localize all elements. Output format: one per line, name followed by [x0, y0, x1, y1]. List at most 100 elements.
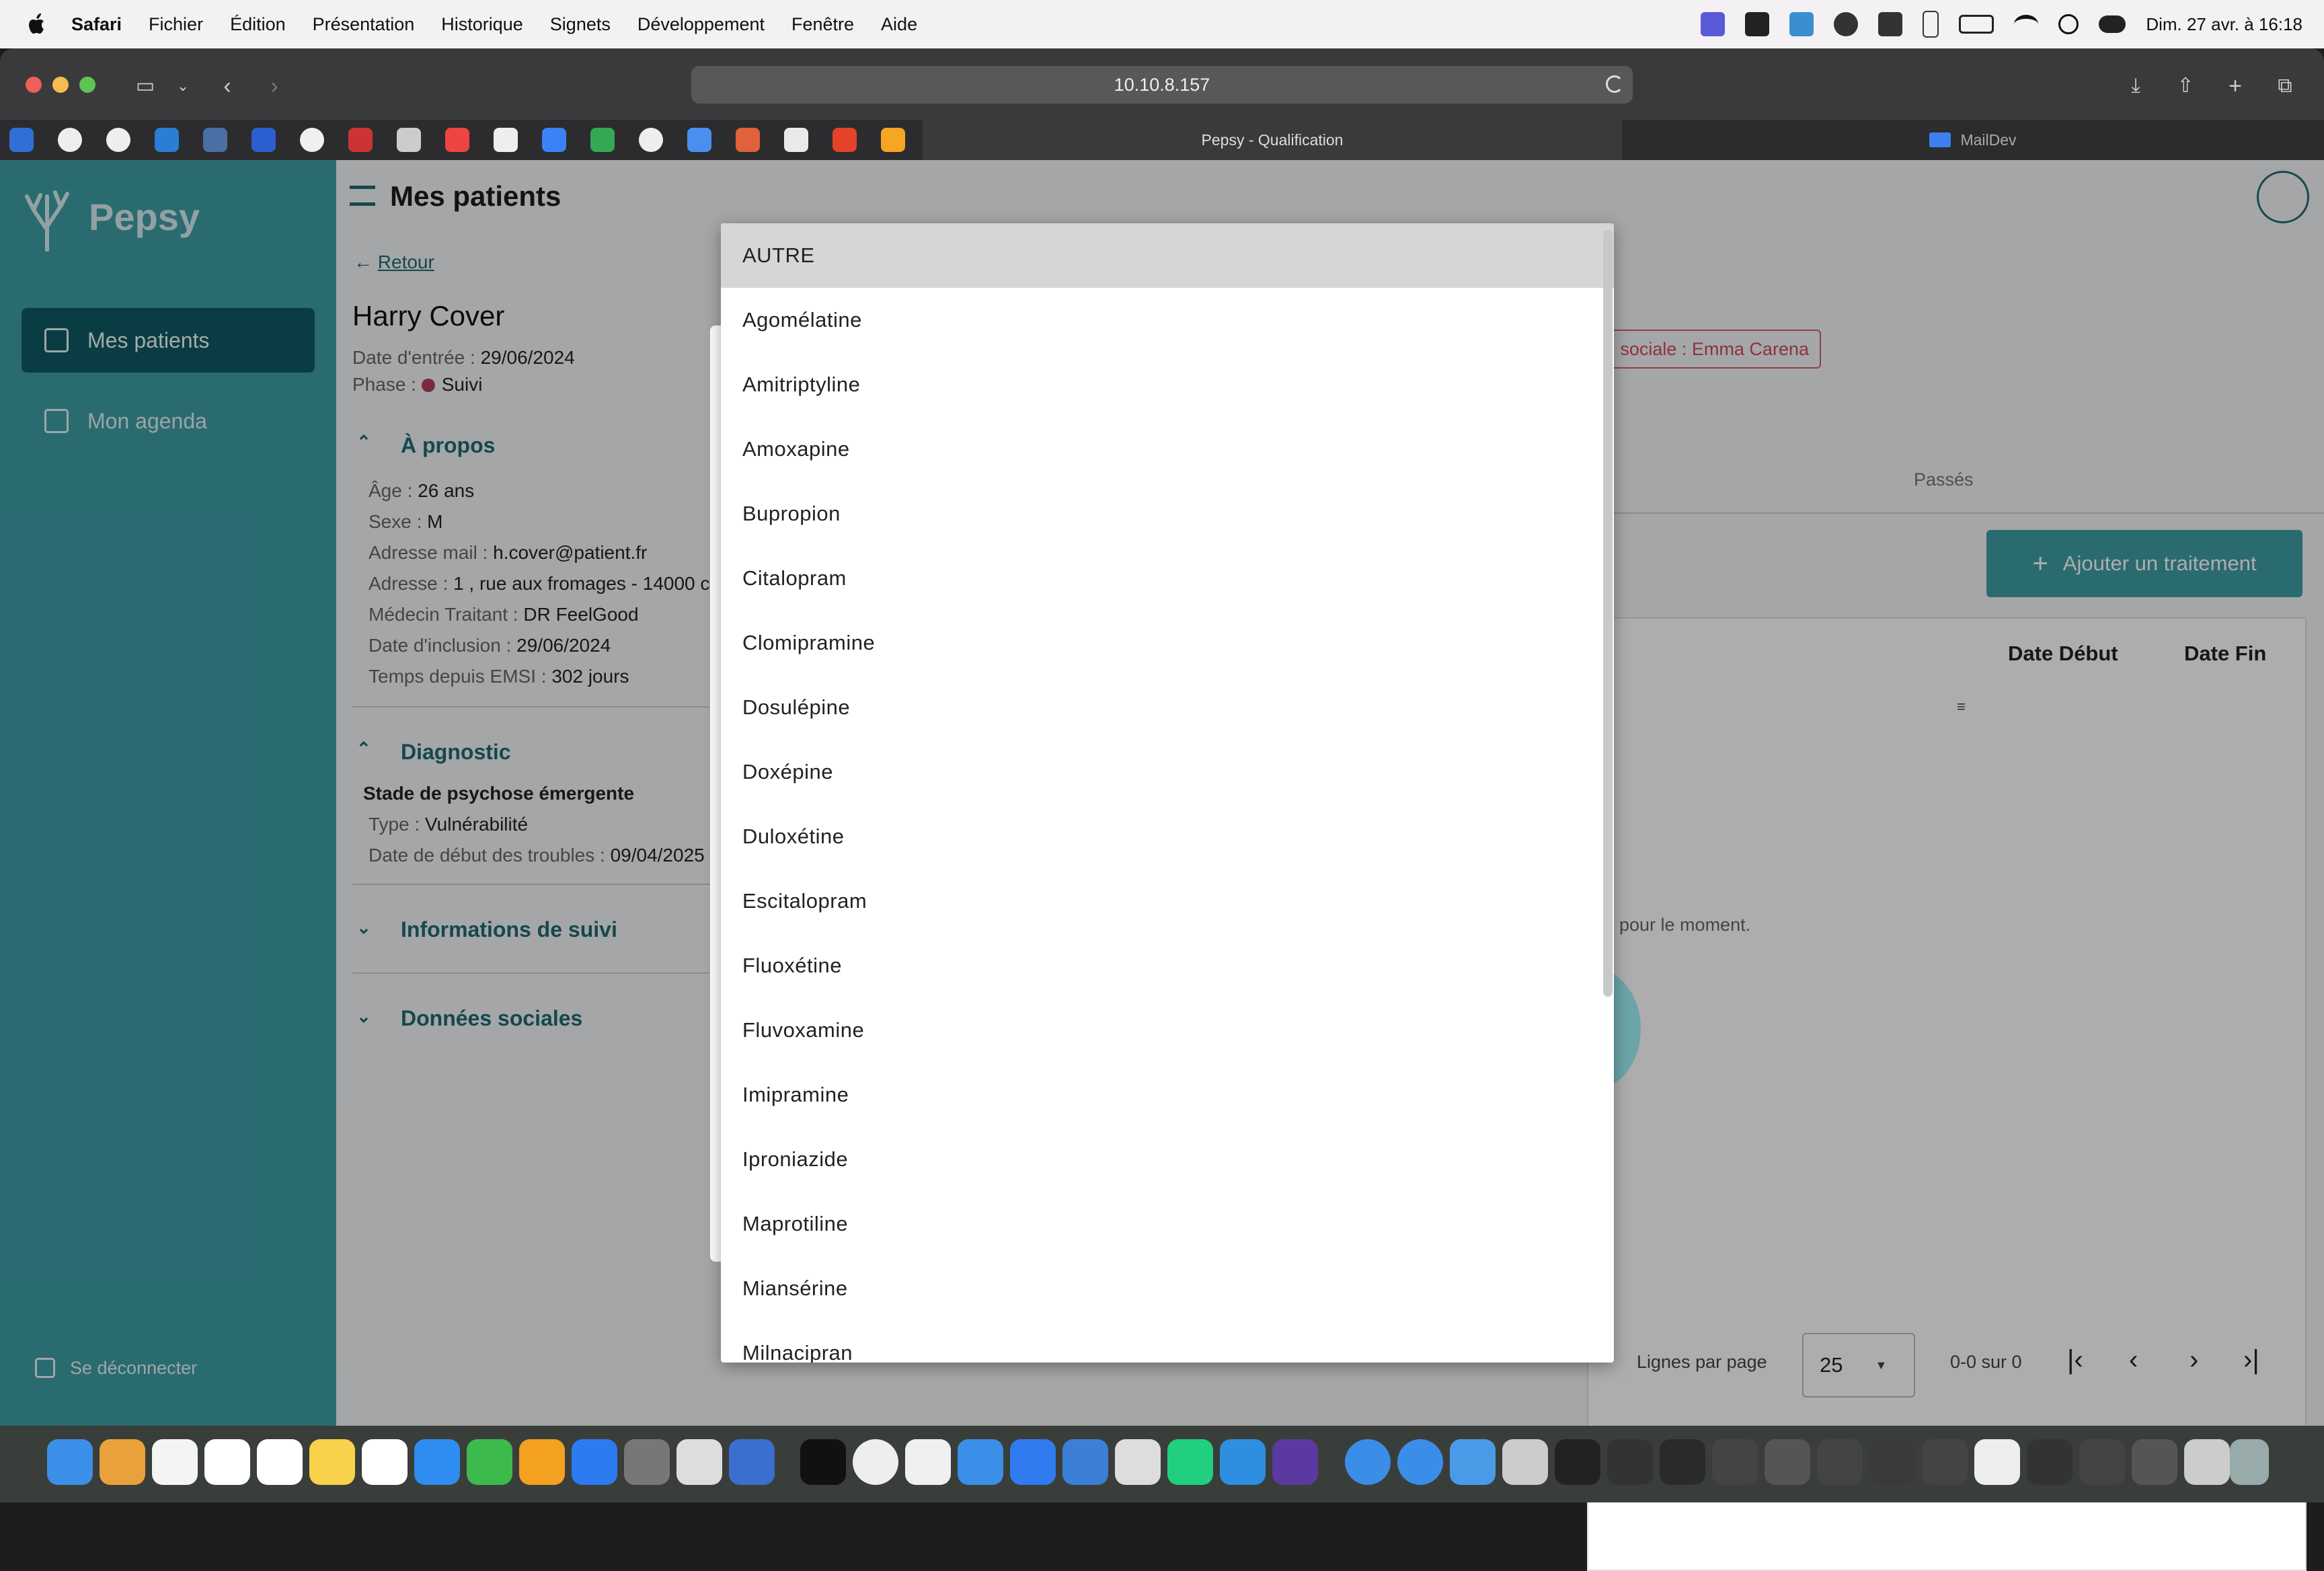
screen-share-icon[interactable]: [1701, 12, 1726, 36]
app-store-icon[interactable]: [572, 1439, 617, 1485]
favorite-docker-icon[interactable]: [155, 128, 179, 152]
keynote-icon[interactable]: [414, 1439, 460, 1485]
favorite-gmail-icon[interactable]: [784, 128, 808, 152]
search-icon[interactable]: [2058, 14, 2079, 34]
window-thumbnail-icon[interactable]: [2027, 1439, 2073, 1485]
tab-pepsy[interactable]: Pepsy - Qualification: [923, 120, 1622, 160]
favorite-n-icon[interactable]: [445, 128, 469, 152]
markdown-icon[interactable]: [1062, 1439, 1108, 1485]
wifi-icon[interactable]: [2014, 15, 2039, 34]
freeform-icon[interactable]: [362, 1439, 408, 1485]
calendar-app-icon[interactable]: [204, 1439, 250, 1485]
folder-icon[interactable]: [1450, 1439, 1496, 1485]
tab-maildev[interactable]: MailDev: [1623, 120, 2323, 160]
menu-app-name[interactable]: Safari: [71, 14, 122, 35]
favorite-google-chat-icon[interactable]: [590, 128, 615, 152]
favorite-m-icon[interactable]: [881, 128, 905, 152]
menu-fenetre[interactable]: Fenêtre: [791, 14, 854, 35]
launchpad-icon[interactable]: [100, 1439, 145, 1485]
pages-icon[interactable]: [519, 1439, 565, 1485]
option-escitalopram[interactable]: Escitalopram: [721, 869, 1614, 933]
option-agomelatine[interactable]: Agomélatine: [721, 288, 1614, 352]
menu-aide[interactable]: Aide: [881, 14, 917, 35]
photos-icon[interactable]: [152, 1439, 198, 1485]
vscode-icon[interactable]: [1220, 1439, 1266, 1485]
favorite-red-icon[interactable]: [348, 128, 373, 152]
menu-presentation[interactable]: Présentation: [313, 14, 415, 35]
minimize-window-button[interactable]: [52, 77, 69, 93]
option-doxepine[interactable]: Doxépine: [721, 740, 1614, 804]
option-clomipramine[interactable]: Clomipramine: [721, 611, 1614, 675]
window-thumbnail-icon[interactable]: [1922, 1439, 1968, 1485]
chatgpt-icon[interactable]: [1834, 12, 1859, 36]
window-thumbnail-icon[interactable]: [2184, 1439, 2230, 1485]
terminal-icon[interactable]: [800, 1439, 846, 1485]
tab-overview-icon[interactable]: ⧉: [2272, 73, 2298, 100]
apple-menu-icon[interactable]: [27, 13, 47, 36]
drive-icon[interactable]: [1878, 12, 1903, 36]
option-fluoxetine[interactable]: Fluoxétine: [721, 933, 1614, 998]
menu-signets[interactable]: Signets: [550, 14, 611, 35]
favorite-openai-icon[interactable]: [639, 128, 663, 152]
address-bar[interactable]: 10.10.8.157: [691, 66, 1633, 104]
option-duloxetine[interactable]: Duloxétine: [721, 804, 1614, 869]
maps-pin-icon[interactable]: [1010, 1439, 1056, 1485]
download-icon[interactable]: ⤓: [2122, 73, 2149, 100]
medication-dropdown-list[interactable]: AUTRE Agomélatine Amitriptyline Amoxapin…: [721, 223, 1614, 1363]
battery-icon[interactable]: [1959, 15, 1994, 34]
window-thumbnail-icon[interactable]: [1607, 1439, 1653, 1485]
forward-icon[interactable]: ›: [261, 73, 288, 100]
menu-edition[interactable]: Édition: [230, 14, 286, 35]
window-thumbnail-icon[interactable]: [1765, 1439, 1810, 1485]
favorite-claude-icon[interactable]: [736, 128, 760, 152]
option-dosulepine[interactable]: Dosulépine: [721, 675, 1614, 740]
postgres-icon[interactable]: [1115, 1439, 1161, 1485]
window-thumbnail-icon[interactable]: [1555, 1439, 1600, 1485]
control-center-icon[interactable]: [2099, 15, 2126, 33]
system-settings-icon[interactable]: [624, 1439, 670, 1485]
favorite-bitwarden-icon[interactable]: [251, 128, 276, 152]
option-iproniazide[interactable]: Iproniazide: [721, 1127, 1614, 1192]
favorite-calendar-icon[interactable]: [397, 128, 421, 152]
window-thumbnail-icon[interactable]: [1660, 1439, 1705, 1485]
option-milnacipran[interactable]: Milnacipran: [721, 1321, 1614, 1363]
option-amoxapine[interactable]: Amoxapine: [721, 417, 1614, 482]
window-thumbnail-icon[interactable]: [1974, 1439, 2020, 1485]
notes-icon[interactable]: [309, 1439, 355, 1485]
option-amitriptyline[interactable]: Amitriptyline: [721, 352, 1614, 417]
favorite-jira-icon[interactable]: [9, 128, 34, 152]
favorite-gemini-icon[interactable]: [687, 128, 711, 152]
menu-developpement[interactable]: Développement: [637, 14, 765, 35]
maximize-window-button[interactable]: [79, 77, 95, 93]
favorite-apple-icon[interactable]: [494, 128, 518, 152]
option-bupropion[interactable]: Bupropion: [721, 482, 1614, 546]
chrome-icon[interactable]: [853, 1439, 898, 1485]
window-thumbnail-icon[interactable]: [1869, 1439, 1915, 1485]
dropdown-scrollbar[interactable]: [1603, 230, 1613, 997]
favorite-github-icon[interactable]: [106, 128, 130, 152]
pycharm-icon[interactable]: [1167, 1439, 1213, 1485]
grammarly-icon[interactable]: [1745, 12, 1770, 36]
lock-app-icon[interactable]: [676, 1439, 722, 1485]
window-thumbnail-icon[interactable]: [1502, 1439, 1548, 1485]
option-imipramine[interactable]: Imipramine: [721, 1063, 1614, 1127]
safari-icon[interactable]: [958, 1439, 1003, 1485]
reload-icon[interactable]: [1606, 75, 1623, 93]
back-icon[interactable]: ‹: [214, 73, 241, 100]
font-app-icon[interactable]: [905, 1439, 951, 1485]
globe-icon[interactable]: [1345, 1439, 1391, 1485]
option-citalopram[interactable]: Citalopram: [721, 546, 1614, 611]
globe-icon[interactable]: [1397, 1439, 1443, 1485]
favorite-gitlab-icon[interactable]: [832, 128, 857, 152]
sidebar-toggle-icon[interactable]: ▭: [132, 73, 159, 100]
text-tool-icon[interactable]: [1789, 12, 1814, 36]
xcode-icon[interactable]: [729, 1439, 775, 1485]
menu-historique[interactable]: Historique: [441, 14, 523, 35]
trash-icon[interactable]: [2230, 1439, 2269, 1485]
favorite-github-icon[interactable]: [58, 128, 82, 152]
numbers-icon[interactable]: [467, 1439, 512, 1485]
share-icon[interactable]: ⇧: [2172, 73, 2199, 100]
finder-icon[interactable]: [47, 1439, 93, 1485]
bluetooth-icon[interactable]: [1923, 11, 1939, 38]
favorite-google-calendar-icon[interactable]: [542, 128, 566, 152]
